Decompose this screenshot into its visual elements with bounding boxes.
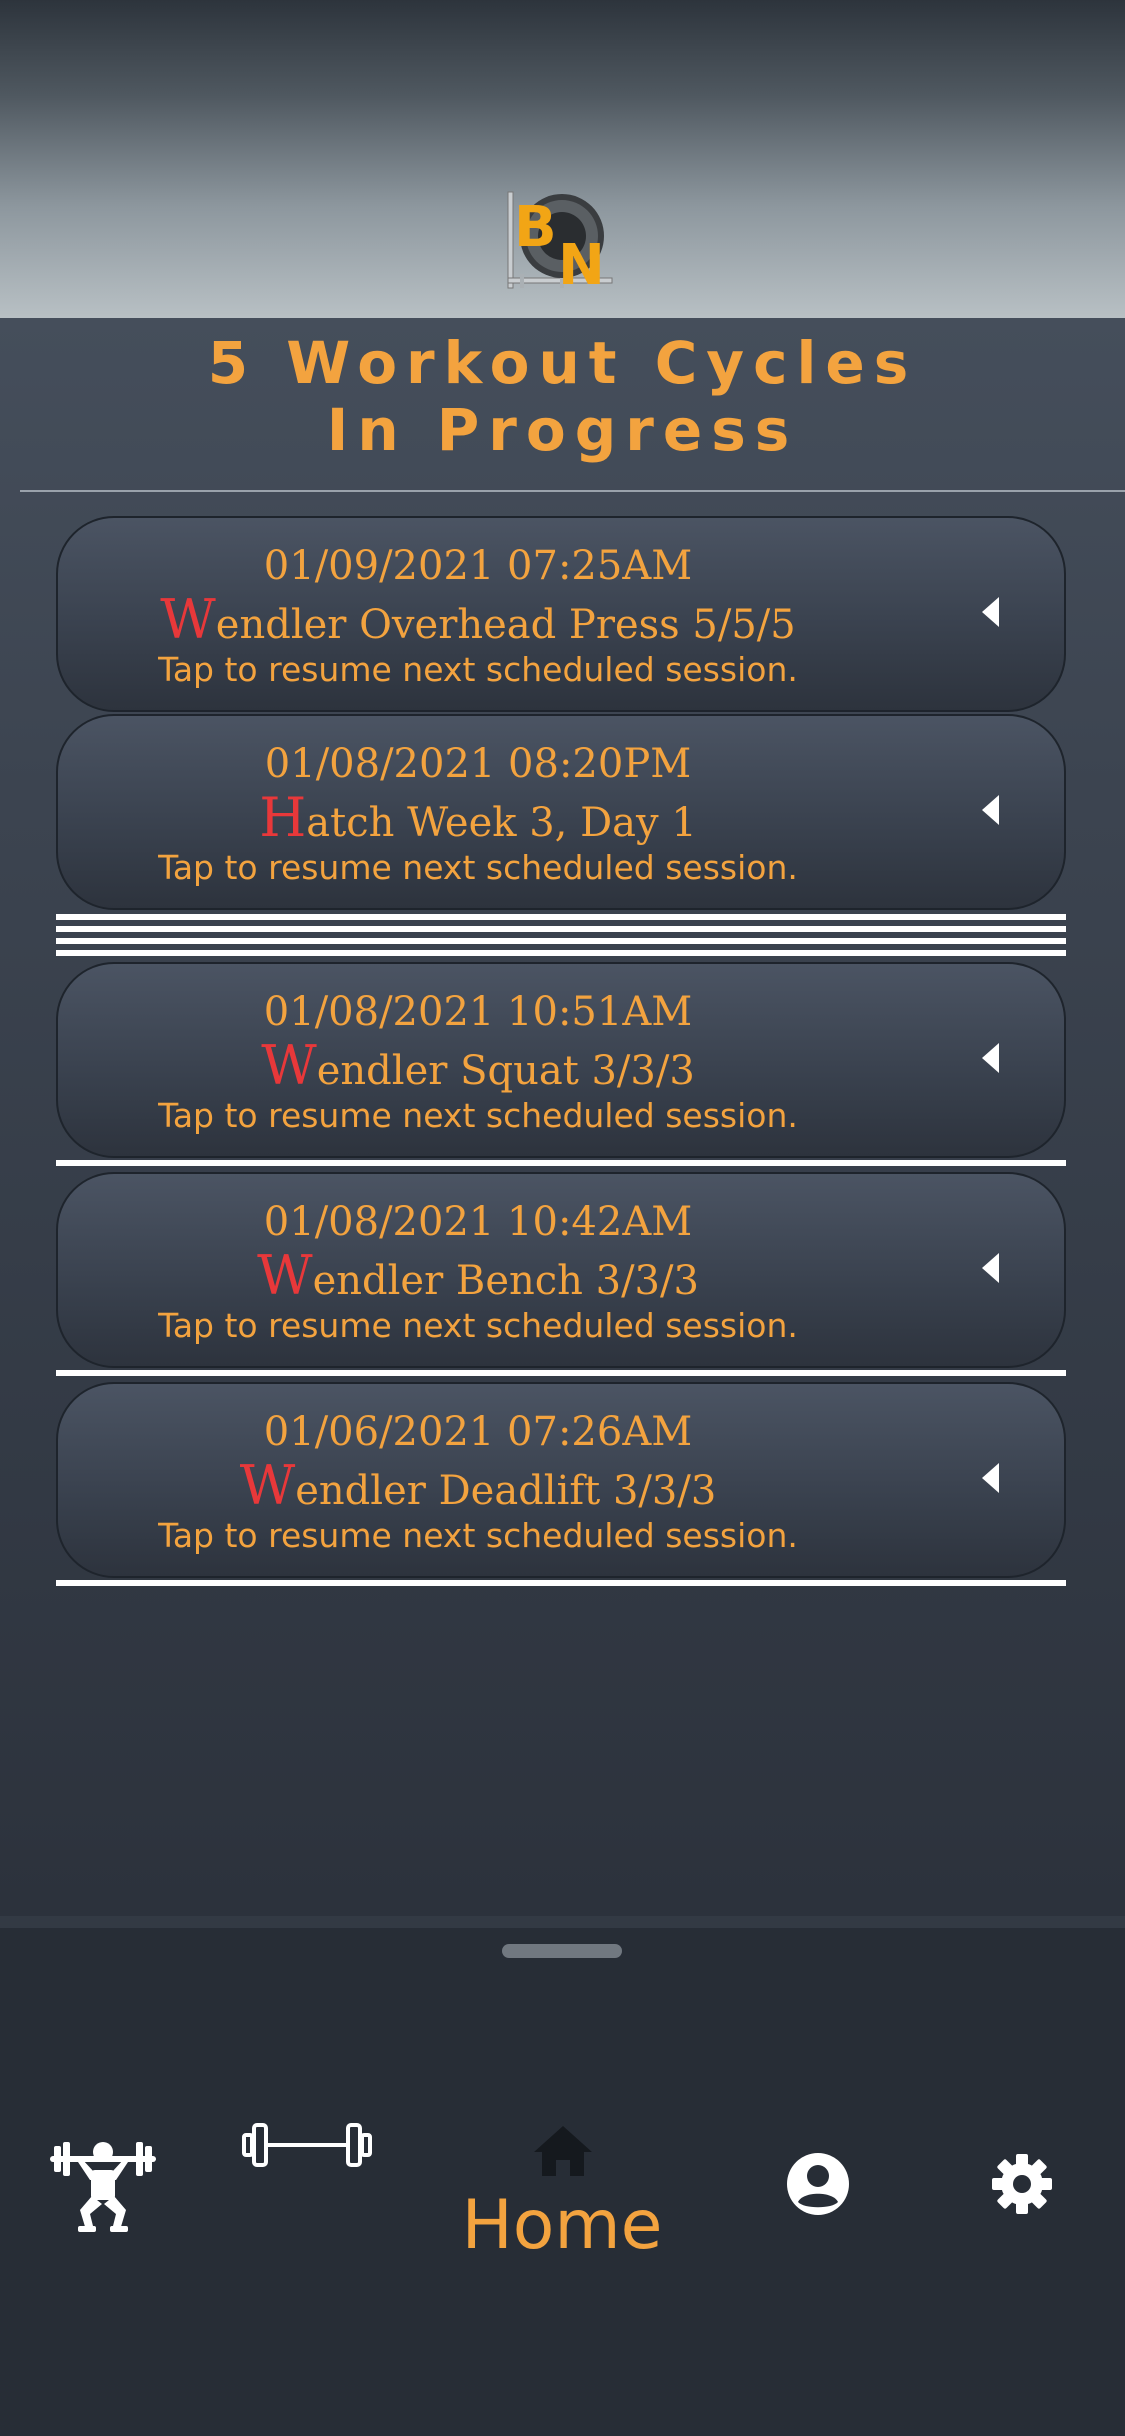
cycle-date: 01/06/2021 07:26AM: [263, 1409, 693, 1455]
cycle-card[interactable]: 01/08/2021 08:20PM Hatch Week 3, Day 1 T…: [56, 714, 1066, 910]
settings-gear-icon[interactable]: [990, 2152, 1054, 2216]
title-line-1: 5 Workout Cycles: [207, 329, 918, 397]
cycle-name: Wendler Deadlift 3/3/3: [58, 1458, 898, 1519]
disclosure-arrow-icon: [982, 795, 999, 825]
cycle-name-initial: W: [239, 1454, 296, 1517]
home-icon[interactable]: [532, 2124, 594, 2178]
resume-hint: Tap to resume next scheduled session.: [158, 1516, 798, 1555]
cycle-name-rest: endler Bench 3/3/3: [312, 1258, 699, 1304]
cycle-name-initial: W: [261, 1034, 317, 1097]
cycle-date: 01/08/2021 10:42AM: [263, 1199, 693, 1245]
cycle-name: Wendler Overhead Press 5/5/5: [58, 592, 898, 653]
row-separator: [56, 914, 1066, 920]
page-title: 5 Workout Cycles In Progress: [0, 330, 1125, 464]
row-separator: [56, 1160, 1066, 1166]
app-header: B N: [0, 0, 1125, 318]
weightlifter-icon[interactable]: [46, 2134, 160, 2234]
cycle-card[interactable]: 01/09/2021 07:25AM Wendler Overhead Pres…: [56, 516, 1066, 712]
cycle-name: Wendler Bench 3/3/3: [58, 1248, 898, 1309]
drag-handle[interactable]: [502, 1944, 622, 1958]
disclosure-arrow-icon: [982, 1463, 999, 1493]
cycle-card[interactable]: 01/08/2021 10:42AM Wendler Bench 3/3/3 T…: [56, 1172, 1066, 1368]
svg-text:B: B: [514, 195, 557, 260]
svg-text:N: N: [558, 233, 605, 296]
cycle-name: Hatch Week 3, Day 1: [58, 790, 898, 851]
tab-bar-edge: [0, 1916, 1125, 1928]
row-separator: [56, 926, 1066, 932]
row-separator: [56, 938, 1066, 944]
cycles-screen: 5 Workout Cycles In Progress 01/09/2021 …: [0, 318, 1125, 1916]
resume-hint: Tap to resume next scheduled session.: [158, 650, 798, 689]
cycle-name: Wendler Squat 3/3/3: [58, 1038, 898, 1099]
resume-hint: Tap to resume next scheduled session.: [158, 1096, 798, 1135]
row-separator: [56, 1370, 1066, 1376]
row-separator: [56, 950, 1066, 956]
disclosure-arrow-icon: [982, 597, 999, 627]
disclosure-arrow-icon: [982, 1043, 999, 1073]
resume-hint: Tap to resume next scheduled session.: [158, 1306, 798, 1345]
cycle-name-rest: atch Week 3, Day 1: [306, 800, 697, 846]
title-line-2: In Progress: [326, 396, 799, 464]
row-separator: [56, 1580, 1066, 1586]
cycle-name-initial: H: [259, 786, 307, 849]
cycle-name-rest: endler Overhead Press 5/5/5: [215, 602, 796, 648]
cycle-name-rest: endler Squat 3/3/3: [316, 1048, 695, 1094]
bn-logo: B N: [507, 191, 613, 296]
cycle-name-initial: W: [160, 588, 216, 651]
disclosure-arrow-icon: [982, 1253, 999, 1283]
barbell-icon[interactable]: [240, 2118, 374, 2172]
cycle-date: 01/09/2021 07:25AM: [263, 543, 693, 589]
cycle-card[interactable]: 01/06/2021 07:26AM Wendler Deadlift 3/3/…: [56, 1382, 1066, 1578]
cycle-name-initial: W: [257, 1244, 313, 1307]
cycle-card[interactable]: 01/08/2021 10:51AM Wendler Squat 3/3/3 T…: [56, 962, 1066, 1158]
cycle-date: 01/08/2021 10:51AM: [263, 989, 693, 1035]
profile-icon[interactable]: [786, 2152, 850, 2216]
tab-home-label[interactable]: Home: [412, 2186, 712, 2266]
title-divider: [20, 490, 1125, 492]
resume-hint: Tap to resume next scheduled session.: [158, 848, 798, 887]
cycle-name-rest: endler Deadlift 3/3/3: [295, 1468, 717, 1514]
cycle-date: 01/08/2021 08:20PM: [264, 741, 692, 787]
